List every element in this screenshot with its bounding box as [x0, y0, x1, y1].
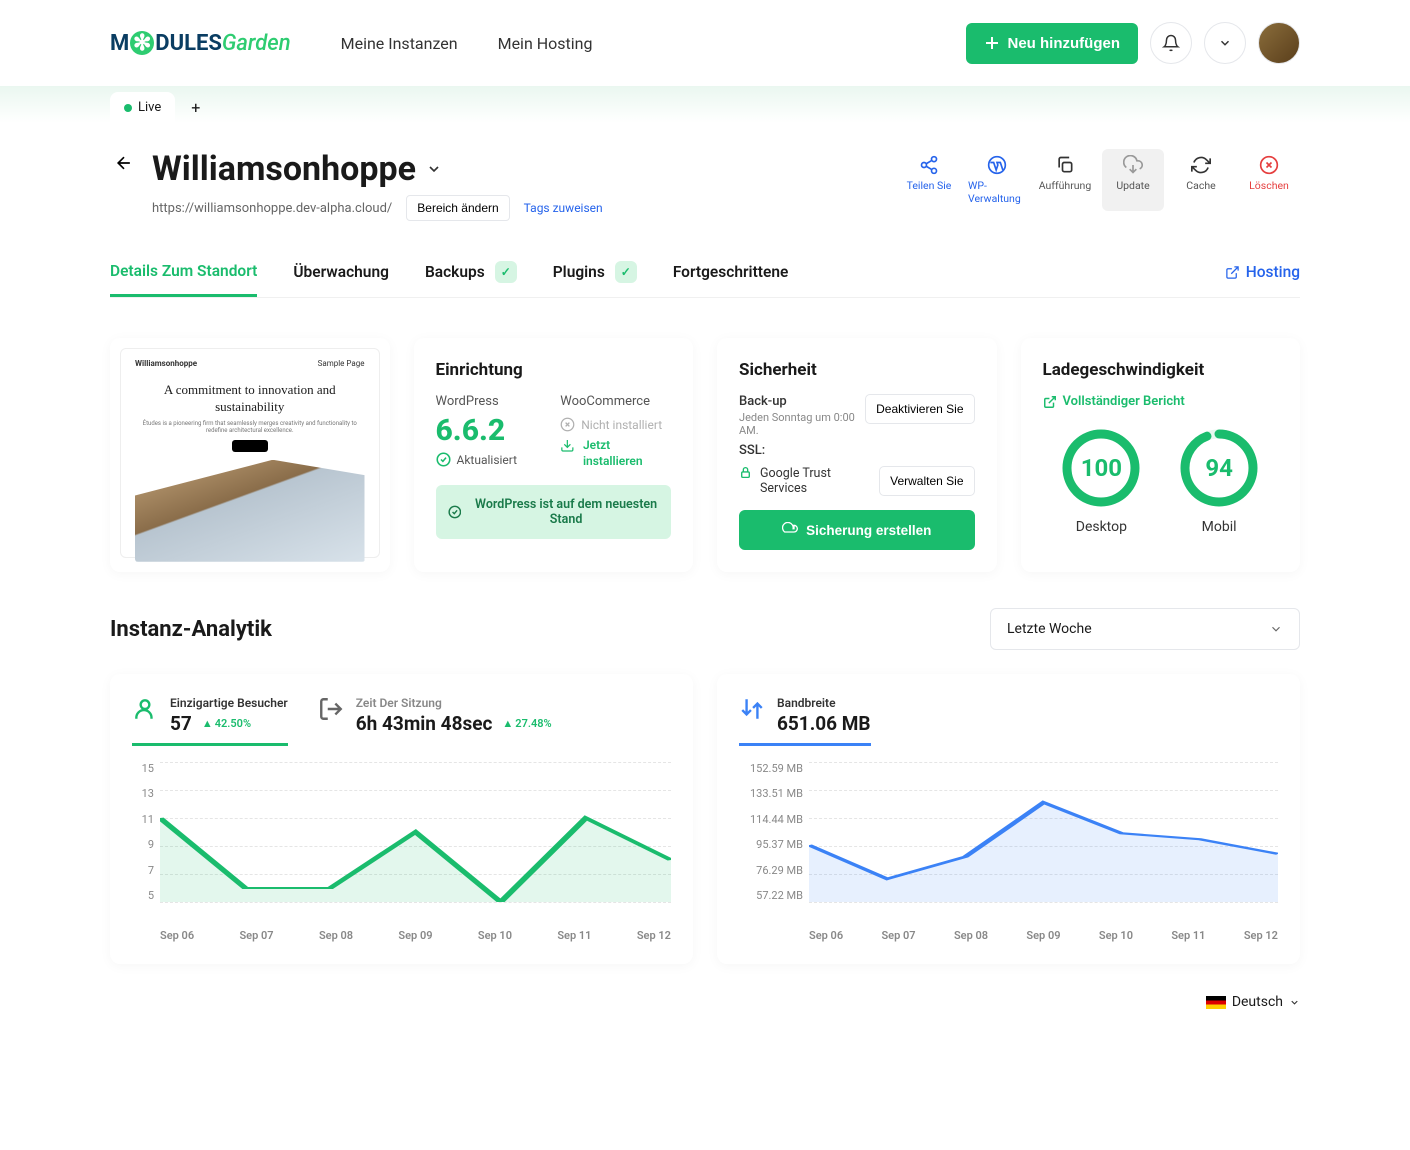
transfer-icon [739, 696, 765, 722]
wc-label: WooCommerce [560, 394, 671, 409]
gauge-desktop: 100 Desktop [1060, 427, 1142, 535]
chevron-down-icon [1269, 622, 1283, 636]
notifications-button[interactable] [1150, 22, 1192, 64]
avatar[interactable] [1258, 22, 1300, 64]
change-area-button[interactable]: Bereich ändern [406, 195, 509, 221]
share-icon [919, 155, 939, 175]
tab-live[interactable]: Live [110, 92, 175, 123]
card-visitors-chart: Einzigartige Besucher57▲ 42.50% Zeit Der… [110, 674, 693, 964]
assign-tags-link[interactable]: Tags zuweisen [524, 201, 603, 215]
tab-plugins[interactable]: Plugins✓ [553, 261, 637, 297]
metric-visitors[interactable]: Einzigartige Besucher57▲ 42.50% [132, 696, 288, 746]
speed-title: Ladegeschwindigkeit [1043, 360, 1279, 380]
backup-label: Back-up [739, 394, 859, 409]
check-icon: ✓ [495, 261, 517, 283]
range-select[interactable]: Letzte Woche [990, 608, 1300, 650]
action-cache[interactable]: Cache [1170, 149, 1232, 211]
download-cloud-icon [1123, 155, 1143, 175]
wp-uptodate-banner: WordPress ist auf dem neuesten Stand [436, 485, 672, 539]
deactivate-backup-button[interactable]: Deaktivieren Sie [865, 394, 974, 424]
security-title: Sicherheit [739, 360, 975, 380]
site-url: https://williamsonhoppe.dev-alpha.cloud/ [152, 201, 392, 216]
download-icon [560, 438, 575, 453]
external-link-icon [1043, 395, 1057, 409]
install-wc-link[interactable]: Jetzt installieren [560, 438, 671, 469]
plus-icon: + [191, 98, 200, 117]
card-speed: Ladegeschwindigkeit Vollständiger Berich… [1021, 338, 1301, 572]
dropdown-button[interactable] [1204, 22, 1246, 64]
gauge-mobile: 94 Mobil [1178, 427, 1260, 535]
flag-de-icon [1206, 996, 1226, 1009]
metric-bandwidth[interactable]: Bandbreite651.06 MB [739, 696, 871, 746]
refresh-icon [1191, 155, 1211, 175]
lock-icon [739, 466, 752, 479]
chevron-down-icon [1289, 997, 1300, 1008]
site-title: Williamsonhoppe [152, 149, 603, 189]
tab-hosting[interactable]: Hosting [1225, 261, 1300, 297]
setup-title: Einrichtung [436, 360, 672, 380]
chevron-down-icon [1218, 36, 1232, 50]
manage-ssl-button[interactable]: Verwalten Sie [879, 466, 974, 496]
nav-my-hosting[interactable]: Mein Hosting [498, 34, 593, 53]
full-report-link[interactable]: Vollständiger Bericht [1043, 394, 1279, 409]
metric-session[interactable]: Zeit Der Sitzung6h 43min 48sec▲ 27.48% [318, 696, 552, 746]
card-preview: WilliamsonhoppeSample Page A commitment … [110, 338, 390, 572]
analytics-title: Instanz-Analytik [110, 617, 272, 642]
tab-details[interactable]: Details Zum Standort [110, 261, 257, 297]
action-update[interactable]: Update [1102, 149, 1164, 211]
check-circle-icon [436, 452, 451, 467]
tab-backups[interactable]: Backups✓ [425, 261, 517, 297]
wp-label: WordPress [436, 394, 547, 409]
check-icon: ✓ [615, 261, 637, 283]
action-staging[interactable]: Aufführung [1034, 149, 1096, 211]
ssl-provider: Google Trust Services [739, 466, 850, 496]
tab-monitoring[interactable]: Überwachung [293, 261, 389, 297]
card-bandwidth-chart: Bandbreite651.06 MB 152.59 MB133.51 MB11… [717, 674, 1300, 964]
tab-add[interactable]: + [181, 92, 210, 123]
plus-icon [984, 35, 1000, 51]
logout-icon [318, 696, 344, 722]
chevron-down-icon[interactable] [426, 161, 442, 177]
x-circle-icon [560, 417, 575, 432]
tab-advanced[interactable]: Fortgeschrittene [673, 261, 789, 297]
copy-icon [1055, 155, 1075, 175]
logo: M✻DULESGarden [110, 31, 291, 56]
wc-status: Nicht installiert [560, 417, 671, 432]
external-link-icon [1225, 265, 1240, 280]
arrow-left-icon [114, 153, 134, 173]
nav-my-instances[interactable]: Meine Instanzen [341, 34, 458, 53]
back-button[interactable] [110, 149, 138, 177]
wp-status: Aktualisiert [436, 452, 547, 467]
ssl-label: SSL: [739, 443, 975, 458]
check-circle-icon [448, 504, 462, 520]
language-switch[interactable]: Deutsch [1206, 994, 1300, 1010]
add-new-button[interactable]: Neu hinzufügen [966, 23, 1139, 64]
bell-icon [1162, 34, 1180, 52]
card-security: Sicherheit Back-up Jeden Sonntag um 0:00… [717, 338, 997, 572]
backup-schedule: Jeden Sonntag um 0:00 AM. [739, 411, 859, 437]
action-wp-admin[interactable]: WP-Verwaltung [966, 149, 1028, 211]
action-share[interactable]: Teilen Sie [898, 149, 960, 211]
create-backup-button[interactable]: Sicherung erstellen [739, 510, 975, 550]
action-delete[interactable]: Löschen [1238, 149, 1300, 211]
cloud-icon [782, 522, 798, 538]
wp-version: 6.6.2 [436, 413, 547, 448]
card-setup: Einrichtung WordPress 6.6.2 Aktualisiert… [414, 338, 694, 572]
wordpress-icon [987, 155, 1007, 175]
user-icon [132, 696, 158, 722]
delete-icon [1259, 155, 1279, 175]
